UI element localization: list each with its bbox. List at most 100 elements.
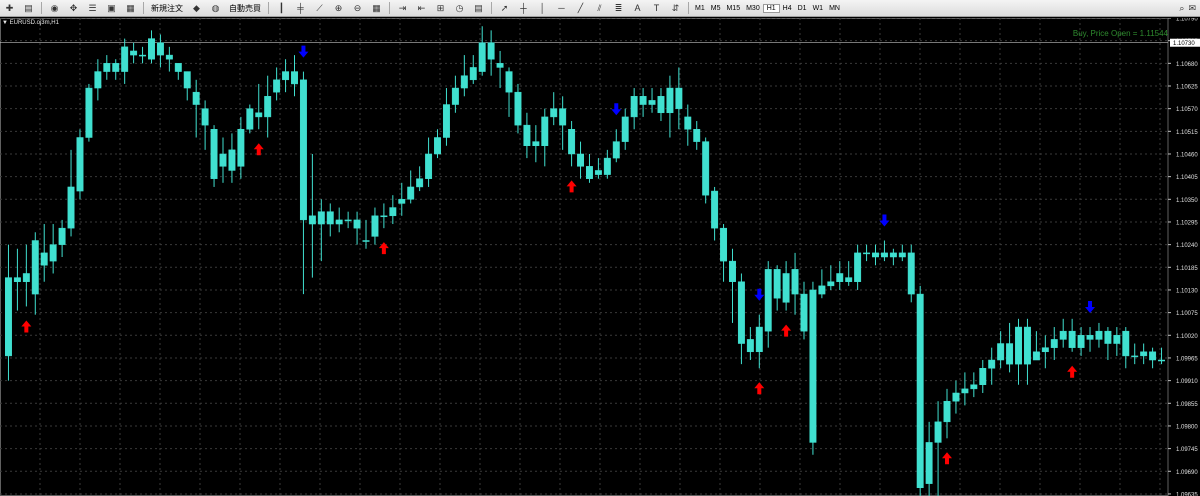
timeframe-h1[interactable]: H1 (762, 3, 780, 13)
search-icon[interactable]: ⌕ (1179, 3, 1188, 14)
price-chart[interactable]: 1.107901.107351.106801.106251.105701.105… (0, 18, 1200, 496)
candle-body (559, 108, 567, 126)
candle-body (40, 252, 48, 266)
new-order-button[interactable]: 新規注文 (148, 3, 186, 14)
vertical-line-icon[interactable]: │ (534, 2, 551, 15)
main-toolbar: ✚ ▤ ◉ ✥ ☰ ▣ ▦ 新規注文 ◆ ◍ 自動売買 ┃ ╪ ⟋ ⊕ ⊖ ▦ … (0, 0, 1200, 17)
candle-body (514, 91, 522, 126)
toolbar-separator (389, 2, 390, 14)
chat-icon[interactable]: ✉ (1188, 3, 1200, 14)
cursor-icon[interactable]: ➚ (496, 2, 513, 15)
candle-body (130, 50, 138, 56)
candle-body (979, 368, 987, 385)
buy-signal-arrow-icon (781, 324, 792, 337)
candle-body (112, 63, 120, 72)
chart-shift-icon[interactable]: ⇥ (394, 2, 411, 15)
strategy-tester-icon[interactable]: ▦ (122, 2, 139, 15)
timeframe-m1[interactable]: M1 (692, 5, 708, 12)
current-price-label: 1.10730 (1173, 41, 1195, 47)
zoom-out-icon[interactable]: ⊖ (349, 2, 366, 15)
fibonacci-icon[interactable]: ≣ (610, 2, 627, 15)
profiles-icon[interactable]: ▤ (20, 2, 37, 15)
bar-chart-icon[interactable]: ┃ (273, 2, 290, 15)
candle-body (1149, 351, 1157, 361)
timeframe-d1[interactable]: D1 (795, 5, 810, 12)
label-icon[interactable]: T (648, 2, 665, 15)
candle-body (854, 252, 862, 282)
timeframe-m15[interactable]: M15 (723, 5, 743, 12)
candle-body (201, 108, 209, 126)
text-icon[interactable]: A (629, 2, 646, 15)
buy-signal-arrow-icon (253, 143, 264, 156)
autoscroll-icon[interactable]: ⇤ (413, 2, 430, 15)
candle-body (1077, 335, 1085, 348)
auto-trading-button[interactable]: 自動売買 (226, 3, 264, 14)
timeframe-mn[interactable]: MN (826, 5, 843, 12)
buy-signal-arrow-icon (378, 242, 389, 255)
timeframe-w1[interactable]: W1 (810, 5, 827, 12)
market-watch-icon[interactable]: ◉ (46, 2, 63, 15)
y-tick-label: 1.10240 (1176, 243, 1198, 249)
signals-icon[interactable]: ◍ (207, 2, 224, 15)
candle-body (228, 149, 236, 171)
timeframe-h4[interactable]: H4 (780, 5, 795, 12)
candle-body (1059, 330, 1067, 340)
timeframe-m5[interactable]: M5 (708, 5, 724, 12)
candlestick-icon[interactable]: ╪ (292, 2, 309, 15)
candle-body (872, 252, 879, 258)
candle-body (219, 153, 227, 167)
candle-body (809, 289, 817, 443)
y-tick-label: 1.10570 (1176, 107, 1198, 113)
candle-body (13, 277, 21, 282)
candle-body (720, 227, 728, 262)
arrows-icon[interactable]: ⇵ (667, 2, 684, 15)
candle-body (442, 104, 450, 138)
trendline-icon[interactable]: ╱ (572, 2, 589, 15)
candle-body (737, 281, 745, 344)
y-tick-label: 1.10295 (1176, 220, 1198, 226)
sell-signal-arrow-icon (879, 214, 890, 227)
candle-body (1113, 335, 1121, 344)
templates-icon[interactable]: ▤ (470, 2, 487, 15)
candle-body (326, 211, 334, 225)
indicators-icon[interactable]: ⊞ (432, 2, 449, 15)
candle-body (192, 91, 200, 105)
candle-body (344, 219, 352, 222)
candle-body (845, 277, 853, 282)
candle-body (577, 153, 584, 167)
candle-body (121, 46, 129, 72)
crosshair-icon[interactable]: ┼ (515, 2, 532, 15)
candle-body (460, 75, 468, 89)
channel-icon[interactable]: ⫽ (591, 2, 608, 15)
toolbar-separator (688, 2, 689, 14)
candle-body (889, 252, 897, 258)
tile-windows-icon[interactable]: ▦ (368, 2, 385, 15)
candle-body (1050, 339, 1058, 348)
candle-body (165, 54, 173, 60)
new-chart-icon[interactable]: ✚ (1, 2, 18, 15)
candle-body (782, 273, 790, 303)
terminal-icon[interactable]: ▣ (103, 2, 120, 15)
candle-body (800, 293, 808, 332)
candle-body (818, 285, 826, 295)
zoom-in-icon[interactable]: ⊕ (330, 2, 347, 15)
periods-icon[interactable]: ◷ (451, 2, 468, 15)
candle-body (550, 108, 558, 118)
navigator-icon[interactable]: ☰ (84, 2, 101, 15)
y-tick-label: 1.09855 (1176, 402, 1198, 408)
candle-body (1131, 355, 1139, 358)
candle-body (880, 252, 888, 258)
buy-signal-arrow-icon (21, 320, 32, 333)
horizontal-line-icon[interactable]: ─ (553, 2, 570, 15)
candle-body (505, 71, 513, 93)
candle-body (612, 141, 620, 159)
y-tick-label: 1.10020 (1176, 334, 1198, 340)
line-chart-icon[interactable]: ⟋ (311, 2, 328, 15)
chart-window[interactable]: 1.107901.107351.106801.106251.105701.105… (0, 18, 1200, 496)
candle-body (76, 137, 84, 192)
candle-body (523, 124, 531, 146)
candle-body (246, 108, 254, 130)
data-window-icon[interactable]: ✥ (65, 2, 82, 15)
timeframe-m30[interactable]: M30 (743, 5, 763, 12)
metaeditor-icon[interactable]: ◆ (188, 2, 205, 15)
